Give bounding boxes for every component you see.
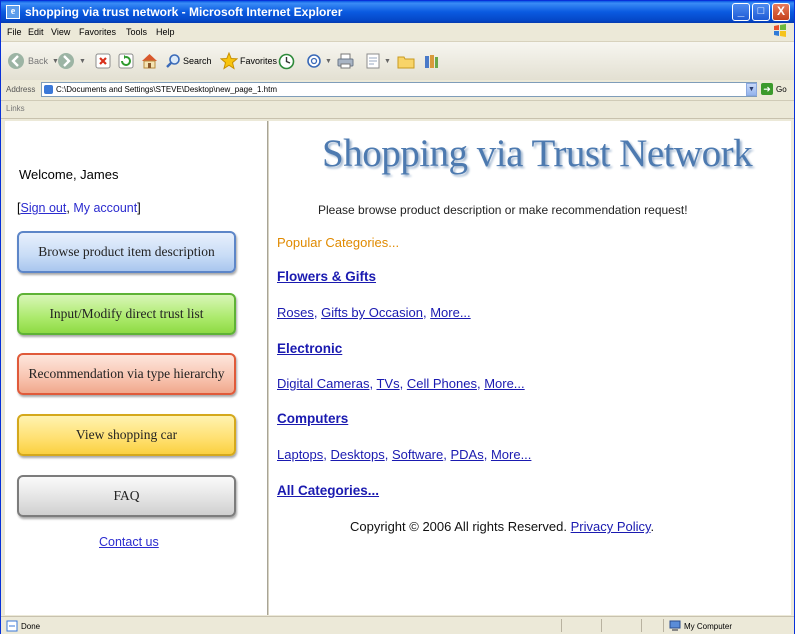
home-button[interactable]	[141, 50, 158, 72]
mail-button[interactable]: ▼	[307, 50, 332, 72]
forward-arrow-icon	[58, 53, 74, 69]
computers-sublinks: Laptops, Desktops, Software, PDAs, More.…	[277, 447, 532, 462]
status-done: Done	[6, 620, 40, 632]
close-button[interactable]: X	[772, 3, 790, 21]
privacy-policy-link[interactable]: Privacy Policy	[571, 519, 651, 534]
menu-help[interactable]: Help	[156, 26, 175, 38]
link-software[interactable]: Software	[392, 447, 443, 462]
menu-tools[interactable]: Tools	[126, 26, 147, 38]
address-bar: Address C:\Documents and Settings\STEVE\…	[1, 80, 794, 101]
link-computers-more[interactable]: More...	[491, 447, 531, 462]
link-gifts-by-occasion[interactable]: Gifts by Occasion	[321, 305, 423, 320]
link-roses[interactable]: Roses	[277, 305, 314, 320]
address-dropdown-button[interactable]: ▼	[746, 83, 757, 96]
window-title: shopping via trust network - Microsoft I…	[25, 5, 343, 19]
status-separator	[601, 619, 602, 632]
home-icon	[142, 54, 157, 69]
search-icon	[166, 54, 180, 68]
links-label[interactable]: Links	[6, 104, 25, 113]
link-laptops[interactable]: Laptops	[277, 447, 323, 462]
history-icon	[278, 53, 295, 69]
edit-button[interactable]: ▼	[365, 50, 391, 72]
back-arrow-icon	[8, 53, 24, 69]
menu-edit[interactable]: Edit	[28, 26, 44, 38]
printer-icon	[337, 53, 354, 69]
favorites-button[interactable]: Favorites	[220, 50, 277, 72]
status-separator	[641, 619, 642, 632]
favorites-star-icon	[220, 52, 238, 70]
copyright-footer: Copyright © 2006 All rights Reserved. Pr…	[350, 519, 655, 534]
menu-file[interactable]: File	[7, 26, 22, 38]
refresh-button[interactable]	[118, 50, 134, 72]
browse-product-button[interactable]: Browse product item description	[17, 231, 236, 273]
link-digital-cameras[interactable]: Digital Cameras	[277, 376, 369, 391]
left-frame: Welcome, James [Sign out, My account] Br…	[5, 121, 267, 615]
my-account-link[interactable]: My account	[73, 201, 137, 215]
electronic-sublinks: Digital Cameras, TVs, Cell Phones, More.…	[277, 376, 525, 391]
stop-icon	[95, 53, 111, 69]
recommendation-button[interactable]: Recommendation via type hierarchy	[17, 353, 236, 395]
edit-page-icon	[366, 53, 380, 69]
forward-button[interactable]: ▼	[57, 50, 86, 72]
page-icon	[44, 85, 53, 94]
address-url: C:\Documents and Settings\STEVE\Desktop\…	[56, 85, 278, 94]
links-bar: Links	[1, 101, 794, 119]
go-arrow-icon[interactable]: ➜	[761, 83, 773, 95]
status-bar: Done My Computer	[1, 616, 794, 634]
back-button[interactable]: Back ▼	[7, 50, 59, 72]
contact-us-link[interactable]: Contact us	[99, 535, 159, 549]
link-desktops[interactable]: Desktops	[331, 447, 385, 462]
page-done-icon	[6, 620, 18, 632]
sign-out-link[interactable]: Sign out	[20, 201, 66, 215]
link-electronic-more[interactable]: More...	[484, 376, 524, 391]
minimize-button[interactable]: _	[732, 3, 750, 21]
shopping-cart-button[interactable]: View shopping car	[17, 414, 236, 456]
search-button[interactable]: Search	[165, 50, 212, 72]
link-cell-phones[interactable]: Cell Phones	[407, 376, 477, 391]
menu-view[interactable]: View	[51, 26, 70, 38]
stop-button[interactable]	[95, 50, 111, 72]
folder-button[interactable]	[397, 50, 415, 72]
address-label: Address	[6, 85, 36, 94]
account-links: [Sign out, My account]	[17, 201, 141, 215]
all-categories-link[interactable]: All Categories...	[277, 483, 379, 498]
status-separator	[663, 619, 664, 632]
mail-icon	[307, 54, 321, 68]
page-subtitle: Please browse product description or mak…	[318, 203, 688, 217]
category-electronic[interactable]: Electronic	[277, 341, 342, 356]
main-frame: Shopping via Trust Network Please browse…	[270, 121, 791, 615]
my-computer-icon	[669, 620, 681, 631]
maximize-button[interactable]: □	[752, 3, 770, 21]
category-flowers-gifts[interactable]: Flowers & Gifts	[277, 269, 376, 284]
refresh-icon	[118, 53, 134, 69]
go-button[interactable]: Go	[776, 85, 787, 94]
toolbar: Back ▼ ▼ Search Favorites ▼ ▼	[1, 42, 794, 81]
title-bar: e shopping via trust network - Microsoft…	[1, 1, 794, 23]
menu-favorites[interactable]: Favorites	[79, 26, 116, 38]
popular-categories-label: Popular Categories...	[277, 235, 400, 250]
link-tvs[interactable]: TVs	[376, 376, 399, 391]
copyright-text: Copyright © 2006 All rights Reserved.	[350, 519, 567, 534]
windows-logo-icon	[774, 24, 786, 37]
address-input[interactable]: C:\Documents and Settings\STEVE\Desktop\…	[41, 82, 757, 97]
security-zone: My Computer	[669, 620, 732, 632]
menu-bar: File Edit View Favorites Tools Help	[1, 23, 794, 42]
category-computers[interactable]: Computers	[277, 411, 348, 426]
flowers-sublinks: Roses, Gifts by Occasion, More...	[277, 305, 471, 320]
research-icon	[425, 54, 438, 68]
status-separator	[561, 619, 562, 632]
page-heading: Shopping via Trust Network	[322, 132, 753, 175]
link-flowers-more[interactable]: More...	[430, 305, 470, 320]
history-button[interactable]	[278, 50, 295, 72]
faq-button[interactable]: FAQ	[17, 475, 236, 517]
research-button[interactable]	[423, 50, 440, 72]
trust-list-button[interactable]: Input/Modify direct trust list	[17, 293, 236, 335]
folder-icon	[397, 56, 415, 68]
welcome-text: Welcome, James	[19, 167, 119, 182]
link-pdas[interactable]: PDAs	[450, 447, 483, 462]
browser-window: e shopping via trust network - Microsoft…	[0, 0, 795, 634]
print-button[interactable]	[337, 50, 354, 72]
ie-page-icon: e	[6, 5, 20, 19]
